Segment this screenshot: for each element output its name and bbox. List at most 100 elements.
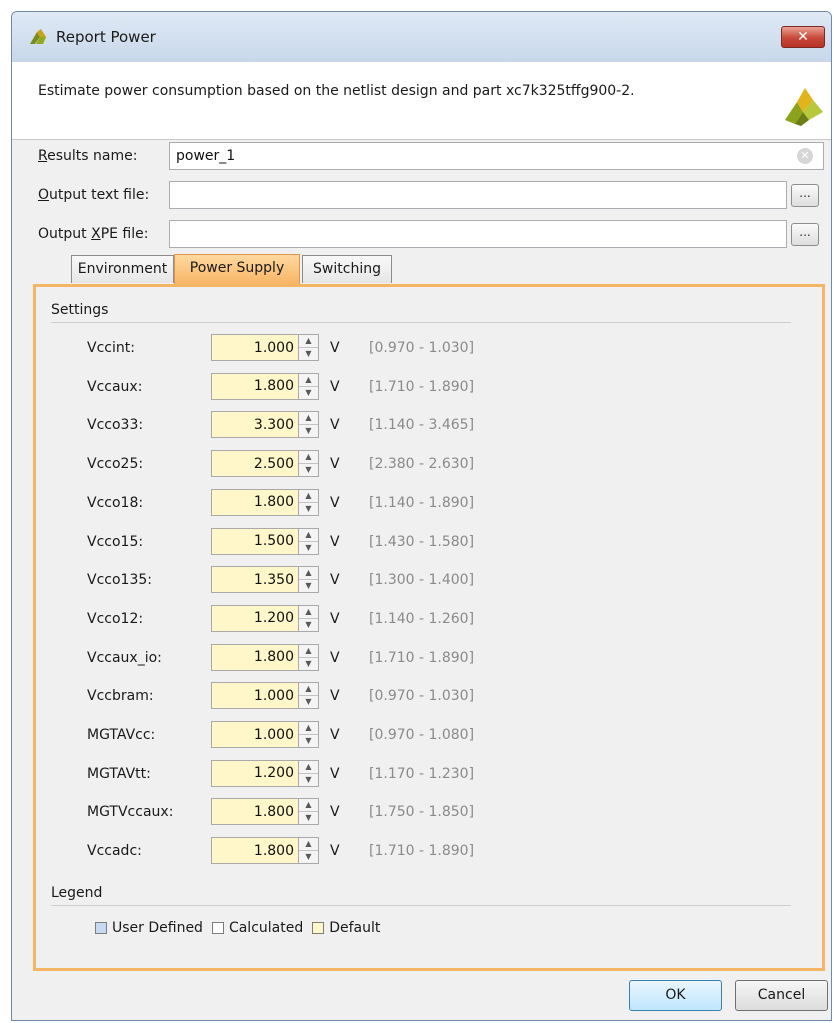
voltage-input[interactable] [211,450,299,478]
spin-up-icon[interactable]: ▲ [299,412,318,426]
close-button[interactable]: ✕ [781,26,825,48]
voltage-input[interactable] [211,837,299,865]
spin-down-icon[interactable]: ▼ [299,851,318,863]
spin-down-icon[interactable]: ▼ [299,387,318,399]
voltage-range: [0.970 - 1.030] [369,688,475,705]
voltage-input[interactable] [211,334,299,361]
voltage-range: [1.430 - 1.580] [369,533,475,550]
voltage-spinner[interactable]: ▲ ▼ [299,450,319,478]
voltage-spinner[interactable]: ▲ ▼ [299,837,319,865]
voltage-input[interactable] [211,488,299,516]
legend-divider [51,905,791,906]
header-banner: Estimate power consumption based on the … [12,62,831,140]
results-name-input[interactable] [169,142,824,170]
output-text-input[interactable] [169,181,787,209]
voltage-input[interactable] [211,759,299,787]
spin-down-icon[interactable]: ▼ [299,464,318,476]
voltage-range: [1.710 - 1.890] [369,378,475,395]
spin-up-icon[interactable]: ▲ [299,645,318,658]
spin-up-icon[interactable]: ▲ [299,451,318,465]
user-defined-swatch [95,922,107,934]
voltage-input[interactable] [211,643,299,671]
voltage-spinner[interactable]: ▲ ▼ [299,798,319,826]
spin-up-icon[interactable]: ▲ [299,799,318,813]
voltage-input[interactable] [211,566,299,594]
voltage-spinner[interactable]: ▲ ▼ [299,411,319,439]
voltage-unit: V [330,572,340,589]
spin-down-icon[interactable]: ▼ [299,696,318,708]
tab-environment[interactable]: Environment [71,255,174,283]
voltage-unit: V [330,340,340,356]
voltage-input[interactable] [211,682,299,710]
voltage-input[interactable] [211,721,299,748]
spin-down-icon[interactable]: ▼ [299,503,318,515]
voltage-row: Vccadc: ▲▼ V [1.710 - 1.890] [36,835,822,867]
voltage-spinner[interactable]: ▲ ▼ [299,682,319,710]
voltage-input[interactable] [211,411,299,439]
voltage-unit: V [330,843,340,860]
voltage-range: [1.140 - 1.260] [369,610,475,627]
spin-down-icon[interactable]: ▼ [299,580,318,592]
voltage-range: [1.300 - 1.400] [369,572,475,589]
voltage-spinner[interactable]: ▲ ▼ [299,604,319,632]
spin-up-icon[interactable]: ▲ [299,374,318,387]
legend-item-default: Default [312,920,380,936]
voltage-spinner[interactable]: ▲ ▼ [299,566,319,594]
output-xpe-row: Output XPE file: ... [12,219,831,251]
spin-down-icon[interactable]: ▼ [299,542,318,554]
spin-down-icon[interactable]: ▼ [299,619,318,631]
output-xpe-browse-button[interactable]: ... [791,223,819,246]
tab-switching[interactable]: Switching [302,255,392,283]
voltage-spinner[interactable]: ▲ ▼ [299,372,319,400]
spin-up-icon[interactable]: ▲ [299,490,318,503]
spin-up-icon[interactable]: ▲ [299,335,318,348]
spin-down-icon[interactable]: ▼ [299,735,318,747]
results-name-label: Results name: [38,148,138,164]
dialog-description: Estimate power consumption based on the … [38,83,635,99]
tab-power-supply[interactable]: Power Supply [174,254,300,284]
spin-down-icon[interactable]: ▼ [299,425,318,437]
spin-down-icon[interactable]: ▼ [299,774,318,786]
output-xpe-input[interactable] [169,220,787,248]
voltage-input[interactable] [211,527,299,555]
voltage-unit: V [330,417,340,434]
xilinx-logo-icon [779,80,823,130]
spin-down-icon[interactable]: ▼ [299,658,318,670]
clear-icon[interactable]: ✕ [797,148,813,164]
voltage-spinner[interactable]: ▲ ▼ [299,488,319,516]
spin-up-icon[interactable]: ▲ [299,683,318,697]
legend-item-calculated: Calculated [211,920,303,936]
ok-button[interactable]: OK [629,980,722,1011]
voltage-spinner[interactable]: ▲ ▼ [299,643,319,671]
voltage-spinner[interactable]: ▲ ▼ [299,759,319,787]
voltage-input[interactable] [211,798,299,826]
voltage-range: [1.750 - 1.850] [369,804,475,821]
voltage-spinner[interactable]: ▲ ▼ [299,334,319,361]
voltage-range: [1.140 - 1.890] [369,494,475,511]
output-text-browse-button[interactable]: ... [791,184,819,207]
spin-up-icon[interactable]: ▲ [299,606,318,619]
spin-up-icon[interactable]: ▲ [299,529,318,542]
spin-down-icon[interactable]: ▼ [299,348,318,360]
voltage-input[interactable] [211,372,299,400]
voltage-spinner[interactable]: ▲ ▼ [299,721,319,748]
spin-down-icon[interactable]: ▼ [299,812,318,824]
voltage-label: Vcco18: [87,494,144,511]
voltage-unit: V [330,456,340,473]
voltage-row: Vccbram: ▲▼ V [0.970 - 1.030] [36,680,822,712]
voltage-row: Vcco12: ▲▼ V [1.140 - 1.260] [36,603,822,635]
voltage-range: [0.970 - 1.030] [369,340,475,356]
calculated-swatch [211,922,224,934]
spin-up-icon[interactable]: ▲ [299,567,318,581]
cancel-button[interactable]: Cancel [735,980,828,1011]
settings-divider [51,322,791,323]
voltage-input[interactable] [211,604,299,632]
spin-up-icon[interactable]: ▲ [299,722,318,735]
voltage-unit: V [330,494,340,511]
voltage-row: MGTAVcc: ▲▼ V [0.970 - 1.080] [36,719,822,751]
spin-up-icon[interactable]: ▲ [299,838,318,852]
voltage-row: MGTAVtt: ▲▼ V [1.170 - 1.230] [36,758,822,790]
legend-item-user-defined: User Defined [95,920,203,936]
spin-up-icon[interactable]: ▲ [299,761,318,774]
voltage-spinner[interactable]: ▲ ▼ [299,527,319,555]
